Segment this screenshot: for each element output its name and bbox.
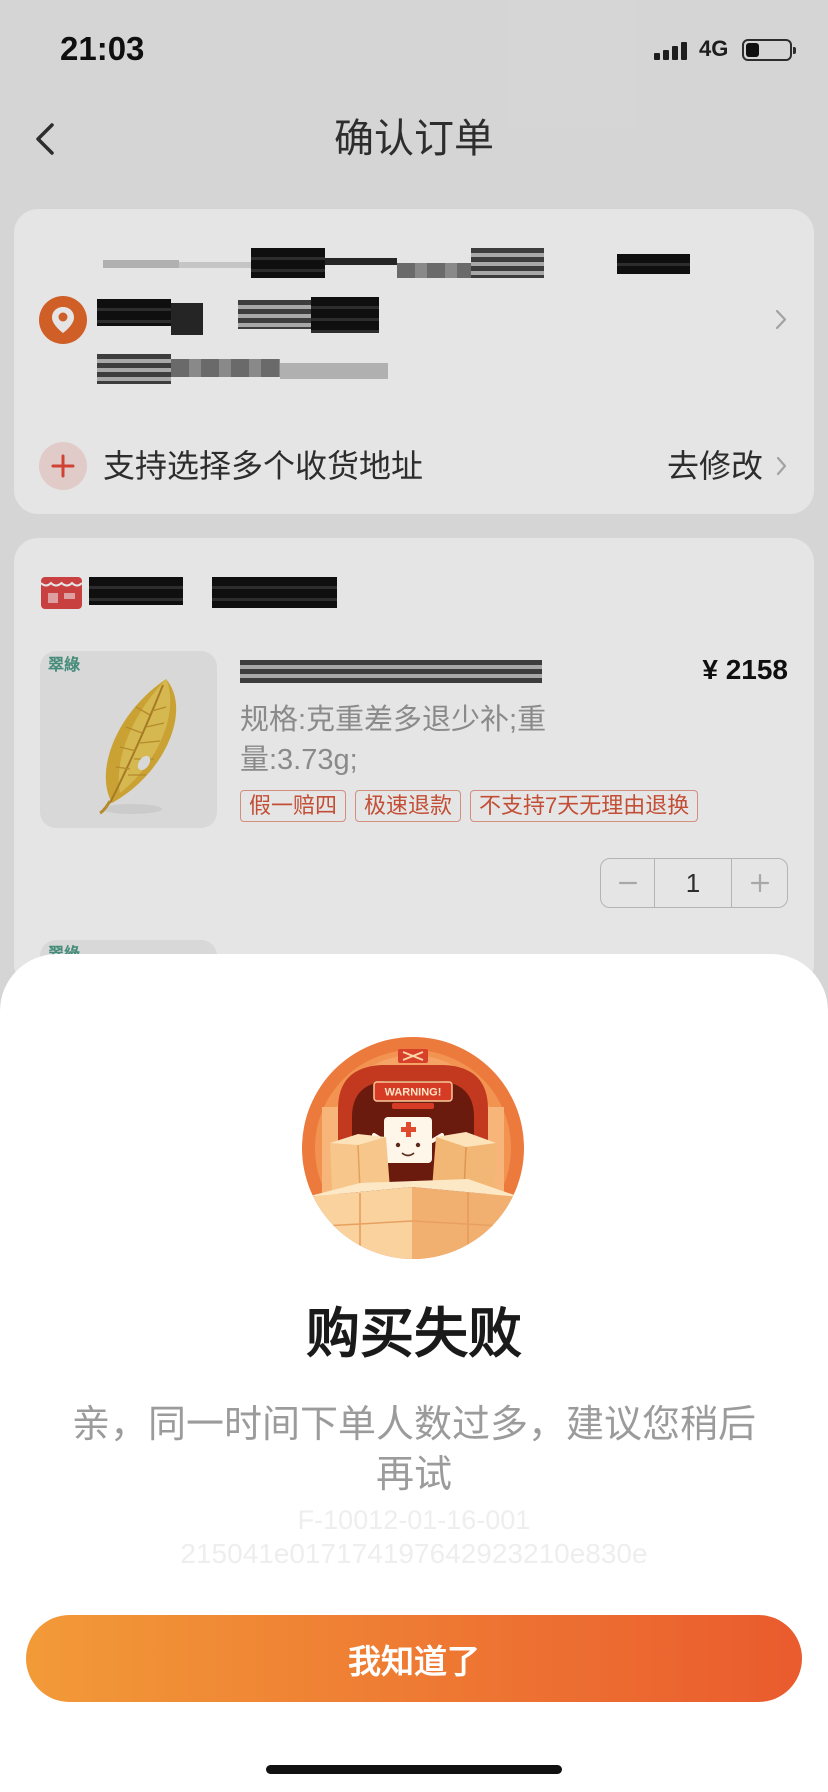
warning-text: WARNING! bbox=[385, 1087, 442, 1099]
dialog-title: 购买失败 bbox=[306, 1304, 522, 1364]
acknowledge-button[interactable]: 我知道了 bbox=[26, 1615, 802, 1702]
home-indicator[interactable] bbox=[266, 1765, 562, 1774]
trace-id: 215041e017174197642923210e830e bbox=[180, 1538, 648, 1569]
acknowledge-button-label: 我知道了 bbox=[348, 1642, 480, 1680]
purchase-failed-sheet: WARNING! 购买失败 亲，同一时间下单人数过多，建议您稍后再试 F-100… bbox=[0, 954, 828, 1792]
dialog-message: 亲，同一时间下单人数过多，建议您稍后再试 bbox=[71, 1404, 756, 1496]
warning-illustration: WARNING! bbox=[302, 1037, 524, 1259]
error-code: F-10012-01-16-001 bbox=[297, 1505, 531, 1535]
